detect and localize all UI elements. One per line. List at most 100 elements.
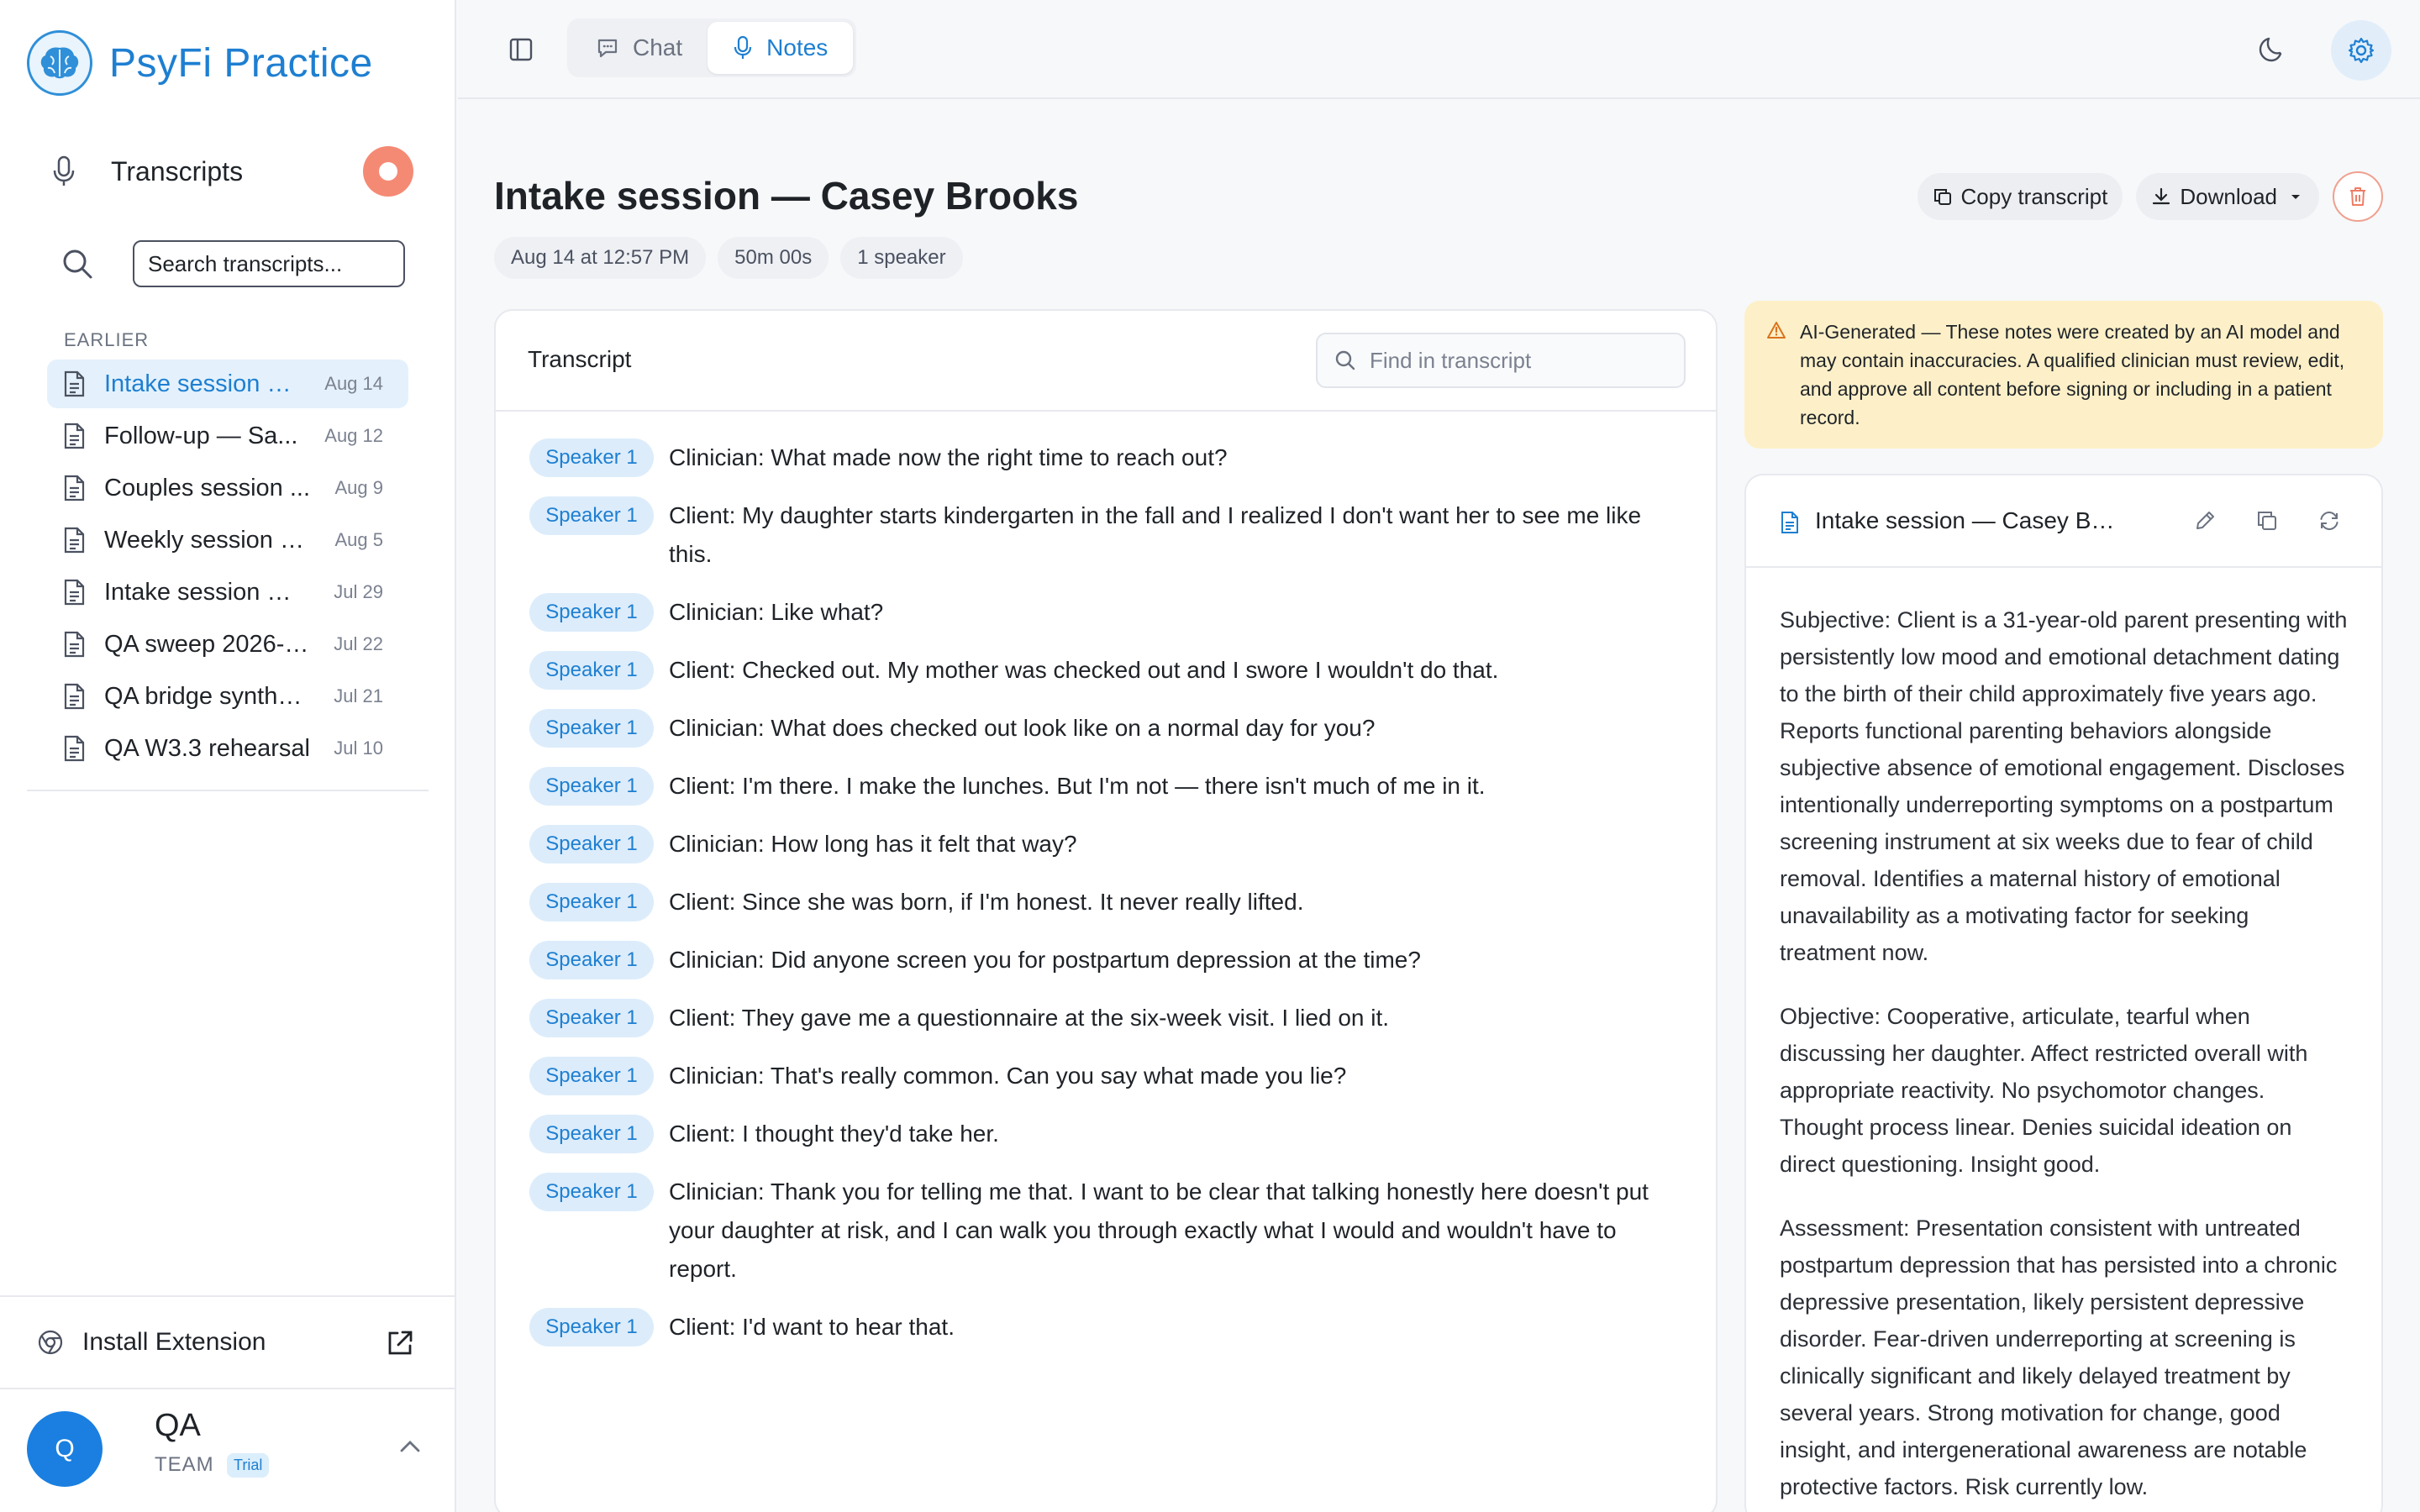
session-actions: Copy transcript Download — [1904, 171, 2383, 222]
transcript-date: Aug 5 — [334, 529, 384, 550]
transcript-item[interactable]: Weekly session —... Aug 5 — [47, 516, 408, 564]
document-icon — [64, 423, 85, 449]
find-in-transcript[interactable] — [1316, 333, 1686, 388]
notes-paragraph-subjective: Subjective: Client is a 31-year-old pare… — [1780, 607, 2348, 965]
utterance-text: Clinician: What made now the right time … — [669, 444, 1228, 470]
tab-chat-label: Chat — [633, 34, 683, 60]
transcript-lines: Speaker 1 Clinician: What made now the ri… — [529, 438, 1689, 1366]
refresh-icon[interactable] — [2317, 509, 2341, 533]
utterance-text: Clinician: What does checked out look li… — [669, 715, 1376, 741]
trash-icon — [2350, 187, 2365, 206]
transcript-item[interactable]: Intake session — Casey Brooks Aug 14 — [47, 360, 408, 408]
transcript-item[interactable]: QA W3.3 rehearsal Jul 10 — [47, 724, 408, 773]
transcript-item[interactable]: Intake session — J... Jul 29 — [47, 568, 408, 617]
speaker-badge[interactable]: Speaker 1 — [529, 767, 654, 806]
speaker-badge[interactable]: Speaker 1 — [529, 496, 654, 535]
transcript-title: Couples session ... — [104, 474, 311, 501]
tab-notes[interactable]: Notes — [708, 22, 854, 74]
transcript-heading: Transcript — [528, 346, 632, 372]
speaker-badge[interactable]: Speaker 1 — [529, 438, 654, 477]
moon-icon[interactable] — [2257, 35, 2286, 64]
search-input[interactable] — [133, 240, 405, 287]
pencil-icon[interactable] — [2193, 509, 2217, 533]
utterance-text: Client: They gave me a questionnaire at … — [669, 1005, 1390, 1031]
transcript-line: Speaker 1 Client: I'm there. I make the l… — [529, 767, 1689, 806]
document-icon — [64, 579, 85, 606]
transcript-title: Intake session — Casey Brooks — [104, 370, 313, 397]
settings-button[interactable] — [2331, 20, 2391, 81]
speaker-badge[interactable]: Speaker 1 — [529, 651, 654, 690]
avatar: Q — [27, 1411, 103, 1487]
transcript-title: Follow-up — Sa... — [104, 422, 298, 449]
install-extension-button[interactable]: Install Extension — [0, 1295, 455, 1388]
warning-icon — [1767, 322, 1786, 339]
document-icon — [64, 735, 85, 762]
utterance-text: Client: My daughter starts kindergarten … — [669, 502, 1642, 567]
account-name: QA — [155, 1408, 201, 1443]
ai-banner-text: AI-Generated — These notes were created … — [1800, 321, 2345, 428]
transcript-date: Aug 9 — [334, 477, 384, 498]
speaker-badge[interactable]: Speaker 1 — [529, 883, 654, 921]
transcript-line: Speaker 1 Client: My daughter starts kind… — [529, 496, 1689, 574]
transcript-date: Jul 21 — [334, 685, 383, 706]
speaker-badge[interactable]: Speaker 1 — [529, 941, 654, 979]
notes-body[interactable]: Subjective: Client is a 31-year-old pare… — [1746, 568, 2381, 1505]
transcript-item[interactable]: Follow-up — Sa... Aug 12 — [47, 412, 408, 460]
download-icon — [2153, 187, 2170, 205]
chat-icon — [597, 39, 618, 58]
view-tabs: Chat Notes — [567, 18, 857, 77]
transcript-item[interactable]: QA bridge synthet... Jul 21 — [47, 672, 408, 721]
speaker-badge[interactable]: Speaker 1 — [529, 593, 654, 632]
brand[interactable]: PsyFi Practice — [27, 30, 373, 96]
utterance-text: Clinician: How long has it felt that way… — [669, 831, 1077, 857]
download-button[interactable]: Download — [2136, 173, 2319, 220]
speaker-badge[interactable]: Speaker 1 — [529, 1308, 654, 1347]
copy-transcript-button[interactable]: Copy transcript — [1917, 173, 2123, 220]
chrome-icon — [38, 1330, 63, 1355]
transcript-title: QA W3.3 rehearsal — [104, 734, 310, 762]
utterance-text: Client: I thought they'd take her. — [669, 1121, 999, 1147]
microphone-icon — [53, 155, 75, 186]
speaker-badge[interactable]: Speaker 1 — [529, 709, 654, 748]
speaker-badge[interactable]: Speaker 1 — [529, 999, 654, 1037]
speaker-badge[interactable]: Speaker 1 — [529, 1115, 654, 1153]
transcript-title: QA sweep 2026-0... — [104, 630, 313, 658]
transcript-line: Speaker 1 Client: I thought they'd take h… — [529, 1115, 1689, 1153]
record-button[interactable] — [363, 146, 413, 197]
transcript-line: Speaker 1 Client: I'd want to hear that. — [529, 1308, 1689, 1347]
copy-icon[interactable] — [2255, 509, 2279, 533]
transcript-date: Jul 29 — [334, 581, 383, 602]
document-icon — [64, 527, 85, 554]
trial-badge: Trial — [227, 1453, 270, 1478]
delete-button[interactable] — [2333, 171, 2383, 222]
transcript-title: Weekly session —... — [104, 526, 313, 554]
sidebar-toggle-icon[interactable] — [508, 37, 534, 62]
document-icon — [64, 370, 85, 397]
utterance-text: Clinician: Did anyone screen you for pos… — [669, 947, 1421, 973]
find-input[interactable] — [1370, 347, 1672, 374]
utterance-text: Clinician: Like what? — [669, 599, 884, 625]
tab-chat[interactable]: Chat — [571, 22, 708, 74]
transcript-list: Intake session — Casey Brooks Aug 14 Fol… — [47, 360, 408, 776]
chevron-up-icon — [400, 1441, 420, 1452]
utterance-text: Clinician: That's really common. Can you… — [669, 1063, 1347, 1089]
transcript-item[interactable]: Couples session ... Aug 9 — [47, 464, 408, 512]
microphone-icon — [734, 35, 752, 59]
speaker-badge[interactable]: Speaker 1 — [529, 1173, 654, 1211]
transcript-line: Speaker 1 Clinician: What does checked ou… — [529, 709, 1689, 748]
caret-down-icon — [2291, 195, 2300, 199]
document-icon — [64, 683, 85, 710]
transcript-panel: Transcript Speaker 1 Clinician: What made… — [494, 309, 1718, 1512]
transcript-line: Speaker 1 Clinician: What made now the ri… — [529, 438, 1689, 477]
account-menu[interactable]: Q QA TEAM Trial — [0, 1388, 455, 1512]
sidebar-divider — [27, 790, 429, 791]
transcript-line: Speaker 1 Clinician: How long has it felt… — [529, 825, 1689, 864]
transcript-item[interactable]: QA sweep 2026-0... Jul 22 — [47, 620, 408, 669]
install-extension-label: Install Extension — [82, 1328, 266, 1356]
notes-paragraph-assessment: Assessment: Presentation consistent with… — [1780, 1215, 2338, 1499]
nav-transcripts[interactable]: Transcripts — [50, 144, 413, 198]
speaker-badge[interactable]: Speaker 1 — [529, 1057, 654, 1095]
utterance-text: Client: Since she was born, if I'm hones… — [669, 889, 1304, 915]
sidebar: PsyFi Practice Transcripts EARLIER Intak… — [0, 0, 456, 1512]
speaker-badge[interactable]: Speaker 1 — [529, 825, 654, 864]
